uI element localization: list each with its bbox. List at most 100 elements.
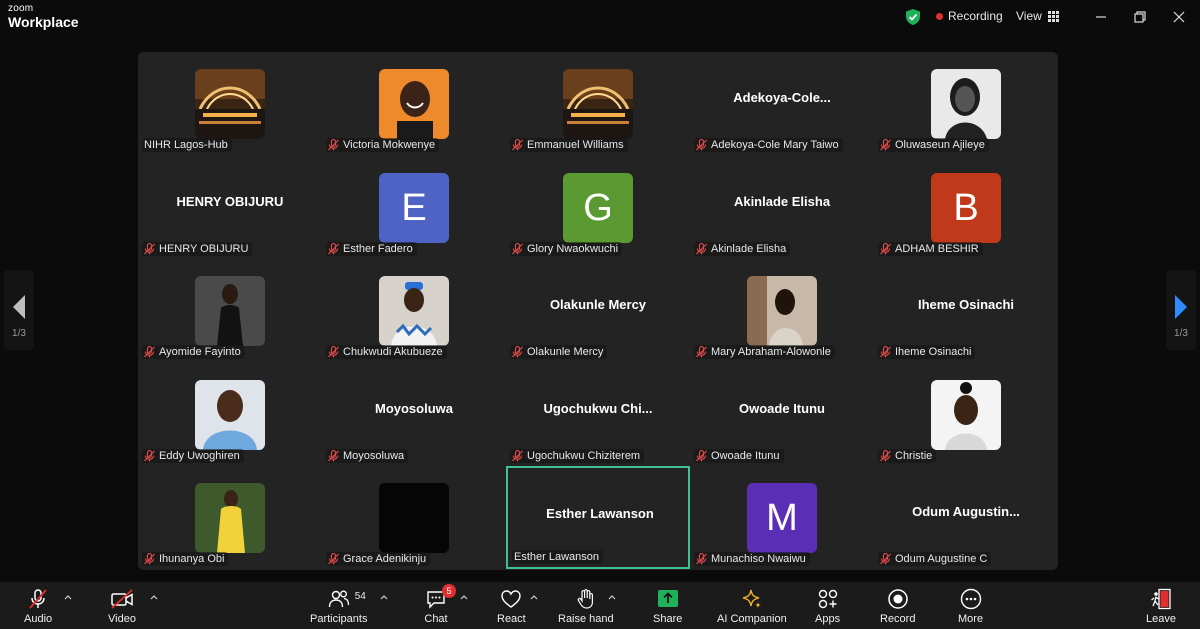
participant-initial-avatar: E — [379, 173, 449, 243]
participant-display-name: Moyosoluwa — [374, 401, 453, 416]
participant-tile[interactable]: B ADHAM BESHIR — [874, 156, 1058, 259]
participant-name-label: ADHAM BESHIR — [878, 242, 983, 256]
participant-name: Grace Adenikinju — [343, 553, 427, 565]
participant-tile[interactable]: Oluwaseun Ajileye — [874, 52, 1058, 155]
participant-name-label: NIHR Lagos-Hub — [142, 138, 232, 152]
participants-options-chevron-icon[interactable] — [380, 592, 390, 602]
brand-top: zoom — [8, 3, 34, 14]
participant-name-label: Olakunle Mercy — [510, 345, 608, 359]
react-button[interactable]: React — [497, 588, 526, 625]
participant-display-name: Owoade Itunu — [739, 401, 825, 416]
close-icon[interactable] — [1170, 8, 1188, 26]
participant-name-label: Esther Fadero — [326, 242, 417, 256]
arrow-left-icon — [13, 295, 25, 319]
participant-tile[interactable]: Akinlade Elisha Akinlade Elisha — [690, 156, 874, 259]
participant-tile[interactable]: Emmanuel Williams — [506, 52, 690, 155]
participant-photo — [195, 69, 265, 139]
recording-dot-icon — [936, 12, 943, 20]
participant-name-label: Chukwudi Akubueze — [326, 345, 447, 359]
chat-button[interactable]: 5 Chat — [424, 584, 456, 625]
recording-indicator[interactable]: Recording — [936, 9, 1003, 23]
participant-tile[interactable]: G Glory Nwaokwuchi — [506, 156, 690, 259]
participant-tile[interactable]: Olakunle Mercy Olakunle Mercy — [506, 259, 690, 362]
participant-tile[interactable]: Odum Augustin... Odum Augustine C — [874, 466, 1058, 569]
participant-display-name: Odum Augustin... — [912, 504, 1020, 519]
participant-photo — [379, 483, 449, 553]
participant-tile[interactable]: Ugochukwu Chi... Ugochukwu Chiziterem — [506, 363, 690, 466]
participant-tile[interactable]: Christie — [874, 363, 1058, 466]
participant-tile[interactable]: Adekoya-Cole... Adekoya-Cole Mary Taiwo — [690, 52, 874, 155]
more-button[interactable]: More — [958, 588, 983, 625]
minimize-icon[interactable] — [1092, 8, 1110, 26]
leave-button[interactable]: Leave — [1146, 588, 1176, 625]
participant-photo — [931, 380, 1001, 450]
participant-name-label: Christie — [878, 449, 937, 463]
participant-photo — [563, 69, 633, 139]
audio-button[interactable]: Audio — [24, 588, 52, 625]
participant-tile[interactable]: Owoade Itunu Owoade Itunu — [690, 363, 874, 466]
apps-icon — [818, 589, 837, 609]
participants-button[interactable]: 54 Participants — [310, 588, 367, 625]
participant-name: Ihunanya Obi — [159, 553, 225, 565]
restore-icon[interactable] — [1131, 8, 1149, 26]
participant-tile[interactable]: Mary Abraham-Alowonle — [690, 259, 874, 362]
microphone-muted-icon — [29, 589, 47, 609]
view-button[interactable]: View — [1016, 9, 1059, 23]
apps-button[interactable]: Apps — [815, 588, 840, 625]
participant-name-label: HENRY OBIJURU — [142, 242, 253, 256]
participant-display-name: Adekoya-Cole... — [733, 90, 831, 105]
video-label: Video — [108, 613, 136, 625]
meeting-toolbar: Audio Video 54 Participants 5 Chat React… — [0, 582, 1200, 629]
raise-hand-button[interactable]: Raise hand — [558, 588, 614, 625]
share-button[interactable]: Share — [653, 588, 682, 625]
participant-tile[interactable]: Eddy Uwoghiren — [138, 363, 322, 466]
mic-muted-icon — [696, 139, 707, 151]
participant-tile[interactable]: Chukwudi Akubueze — [322, 259, 506, 362]
participant-tile[interactable]: Grace Adenikinju — [322, 466, 506, 569]
participant-tile[interactable]: NIHR Lagos-Hub — [138, 52, 322, 155]
mic-muted-icon — [880, 553, 891, 565]
participant-tile[interactable]: Victoria Mokwenye — [322, 52, 506, 155]
participant-tile[interactable]: M Munachiso Nwaiwu — [690, 466, 874, 569]
participant-name: Odum Augustine C — [895, 553, 988, 565]
ai-sparkle-icon — [742, 589, 761, 608]
record-button[interactable]: Record — [880, 588, 915, 625]
mic-muted-icon — [696, 243, 707, 255]
participant-name-label: Oluwaseun Ajileye — [878, 138, 989, 152]
participant-tile[interactable]: Esther Lawanson Esther Lawanson — [506, 466, 690, 569]
video-options-chevron-icon[interactable] — [150, 592, 160, 602]
security-shield-icon[interactable] — [905, 8, 921, 26]
ai-companion-button[interactable]: AI Companion — [717, 588, 787, 625]
react-options-chevron-icon[interactable] — [530, 592, 540, 602]
participant-name-label: Ihunanya Obi — [142, 552, 229, 566]
mic-muted-icon — [880, 139, 891, 151]
raise-hand-options-chevron-icon[interactable] — [608, 592, 618, 602]
brand-bottom: Workplace — [8, 14, 79, 30]
participant-initial-avatar: G — [563, 173, 633, 243]
participant-tile[interactable]: Moyosoluwa Moyosoluwa — [322, 363, 506, 466]
previous-page-button[interactable]: 1/3 — [4, 270, 34, 350]
audio-label: Audio — [24, 613, 53, 625]
participant-name-label: Esther Lawanson — [512, 550, 603, 564]
participant-tile[interactable]: E Esther Fadero — [322, 156, 506, 259]
participant-tile[interactable]: Iheme Osinachi Iheme Osinachi — [874, 259, 1058, 362]
mic-muted-icon — [512, 346, 523, 358]
participant-tile[interactable]: Ayomide Fayinto — [138, 259, 322, 362]
participant-tile[interactable]: HENRY OBIJURU HENRY OBIJURU — [138, 156, 322, 259]
mic-muted-icon — [512, 243, 523, 255]
participant-name: Victoria Mokwenye — [343, 139, 436, 151]
participant-tile[interactable]: Ihunanya Obi — [138, 466, 322, 569]
chat-options-chevron-icon[interactable] — [460, 592, 470, 602]
participant-name: Ayomide Fayinto — [159, 346, 241, 358]
mic-muted-icon — [328, 450, 339, 462]
mic-muted-icon — [328, 346, 339, 358]
participant-name: ADHAM BESHIR — [895, 243, 979, 255]
video-button[interactable]: Video — [108, 588, 136, 625]
recording-label: Recording — [948, 9, 1003, 23]
next-page-button[interactable]: 1/3 — [1166, 270, 1196, 350]
participant-name-label: Emmanuel Williams — [510, 138, 628, 152]
mic-muted-icon — [512, 139, 523, 151]
audio-options-chevron-icon[interactable] — [64, 592, 74, 602]
chat-unread-badge: 5 — [442, 584, 456, 598]
share-label: Share — [653, 613, 683, 625]
